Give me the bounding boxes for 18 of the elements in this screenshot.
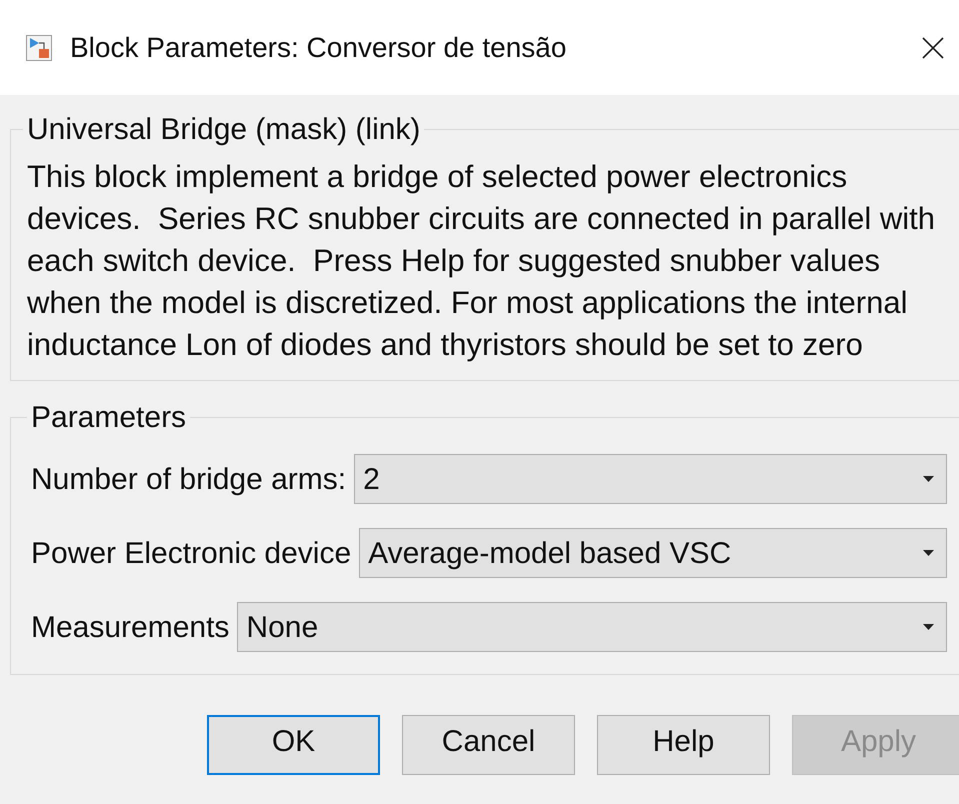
dialog-button[interactable]: OK — [207, 715, 380, 775]
dialog-button[interactable]: Help — [597, 715, 770, 775]
close-icon[interactable] — [921, 36, 945, 60]
field-label: Number of bridge arms: — [31, 462, 346, 498]
block-icon — [26, 34, 52, 60]
field-label: Power Electronic device — [31, 536, 352, 572]
dropdown[interactable]: None — [237, 602, 947, 652]
field-label: Measurements — [31, 610, 230, 646]
description-text: This block implement a bridge of selected power electronics devices. Series RC snubber circuits are connected in parallel with each switch device. Press Help for suggested snubber values when the model is discretized. For most applications the internal inductance Lon of diodes and thyristors should be set to zero — [27, 158, 936, 364]
dropdown[interactable]: 2 — [354, 454, 947, 504]
dropdown-arrow-icon — [923, 476, 934, 482]
dropdown-arrow-icon — [923, 550, 934, 556]
group-title: Parameters — [30, 400, 188, 436]
dialog-button[interactable]: Cancel — [402, 715, 575, 775]
window-title: Block Parameters: Conversor de tensão — [70, 30, 566, 64]
dropdown-arrow-icon — [923, 624, 934, 630]
dropdown[interactable]: Average-model based VSC — [359, 528, 947, 578]
group-title: Universal Bridge (mask) (link) — [26, 112, 422, 148]
